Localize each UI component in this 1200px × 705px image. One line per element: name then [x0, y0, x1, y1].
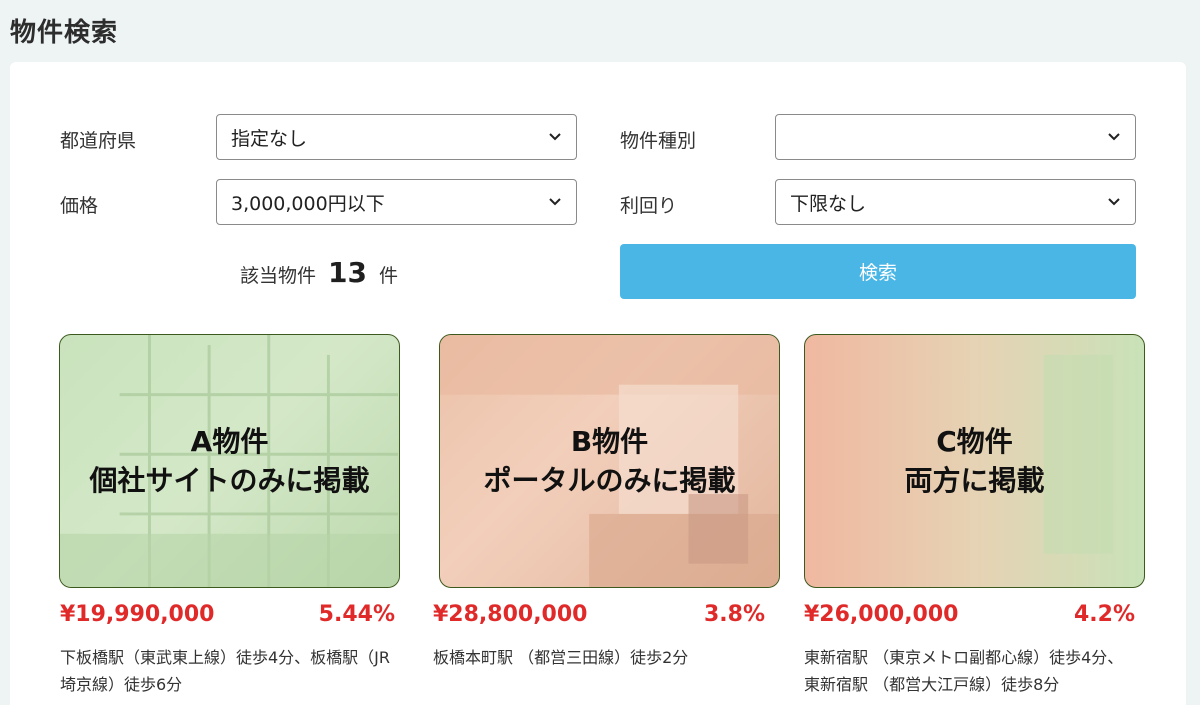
listing-title: B物件 [570, 425, 649, 458]
listing-price: ¥28,800,000 [433, 602, 588, 627]
listing-subtitle: ポータルのみに掲載 [483, 464, 736, 497]
listing-title: A物件 [190, 425, 269, 458]
result-count: 該当物件 13 件 [240, 256, 398, 289]
listing-title: C物件 [936, 425, 1013, 458]
prefecture-label: 都道府県 [60, 130, 137, 152]
result-count-prefix: 該当物件 [240, 265, 317, 287]
yield-select-value: 下限なし [790, 192, 867, 215]
prefecture-select-value: 指定なし [231, 127, 308, 150]
yield-select[interactable]: 下限なし [775, 179, 1136, 225]
listing-access: 板橋本町駅 （都営三田線）徒歩2分 [433, 648, 689, 667]
yield-label: 利回り [620, 195, 678, 217]
chevron-down-icon [1108, 198, 1120, 206]
price-select[interactable]: 3,000,000円以下 [216, 179, 577, 225]
chevron-down-icon [549, 133, 561, 141]
property-type-select[interactable] [775, 114, 1136, 160]
listing-yield: 5.44% [318, 602, 395, 627]
listing-subtitle: 個社サイトのみに掲載 [89, 464, 370, 497]
listing-card-b[interactable]: B物件 ポータルのみに掲載 [439, 334, 780, 588]
listing-access: 東新宿駅 （東京メトロ副都心線）徒歩4分、東新宿駅 （都営大江戸線）徒歩8分 [804, 648, 1124, 694]
price-select-value: 3,000,000円以下 [231, 192, 385, 215]
listing-price: ¥19,990,000 [60, 602, 215, 627]
listing-subtitle: 両方に掲載 [904, 464, 1045, 497]
chevron-down-icon [1108, 133, 1120, 141]
result-count-number: 13 [328, 256, 367, 289]
prefecture-select[interactable]: 指定なし [216, 114, 577, 160]
listing-yield: 4.2% [1073, 602, 1135, 627]
listing-card-c[interactable]: C物件 両方に掲載 [804, 334, 1145, 588]
listing-yield: 3.8% [703, 602, 765, 627]
search-button[interactable]: 検索 [620, 244, 1136, 299]
listing-card-a[interactable]: A物件 個社サイトのみに掲載 [59, 334, 400, 588]
chevron-down-icon [549, 198, 561, 206]
listing-price: ¥26,000,000 [804, 602, 959, 627]
property-type-label: 物件種別 [620, 130, 697, 152]
result-count-suffix: 件 [378, 265, 398, 287]
price-label: 価格 [60, 195, 99, 217]
listing-access: 下板橋駅（東武東上線）徒歩4分、板橋駅（JR埼京線）徒歩6分 [60, 648, 391, 694]
page-title: 物件検索 [10, 18, 119, 48]
